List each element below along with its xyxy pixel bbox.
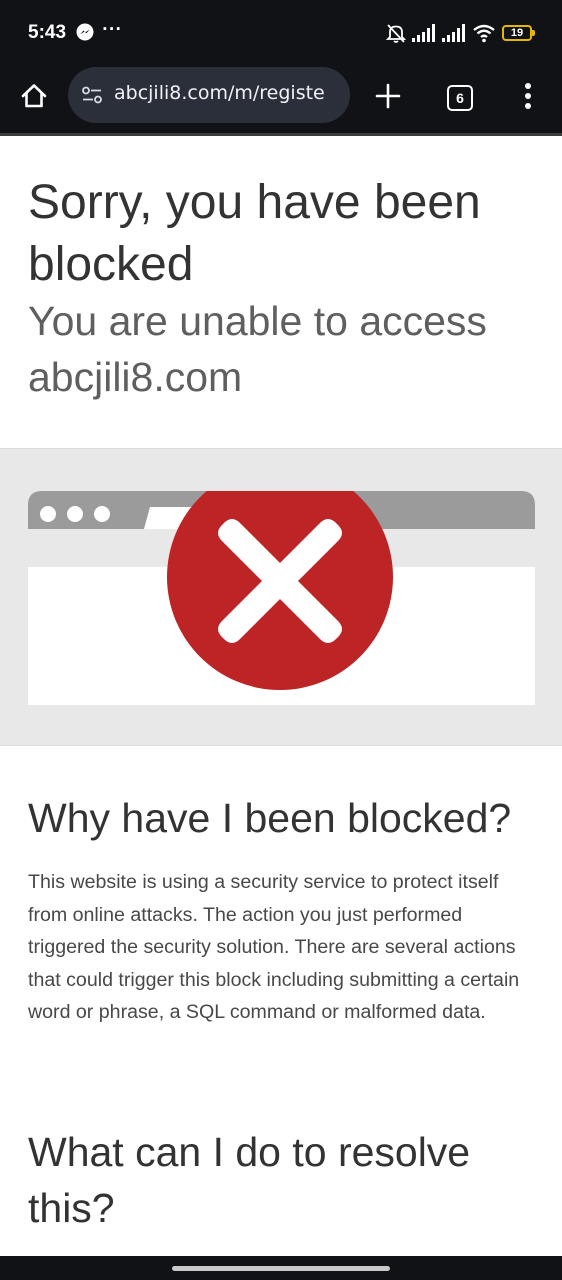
block-header: Sorry, you have been blocked You are una… [0, 136, 562, 448]
blocked-browser-illustration [28, 491, 535, 705]
tabs-icon: 6 [447, 85, 473, 111]
status-icons: 19 [385, 22, 535, 44]
tab-switcher-button[interactable]: 6 [440, 62, 480, 134]
page-title: Sorry, you have been blocked [28, 176, 481, 291]
browser-menu-button[interactable] [508, 62, 548, 134]
address-bar[interactable]: abcjili8.com/m/registe [68, 67, 350, 123]
system-nav-bar [0, 1256, 562, 1280]
gesture-handle[interactable] [172, 1266, 390, 1271]
url-text[interactable]: abcjili8.com/m/registe [114, 82, 348, 104]
resolve-heading: What can I do to resolve this? [28, 1129, 471, 1231]
status-bar: 5:43 ··· 19 [0, 0, 562, 62]
site-info-icon[interactable] [81, 85, 103, 105]
browser-toolbar: abcjili8.com/m/registe 6 [0, 62, 562, 134]
home-button[interactable] [14, 62, 54, 134]
page-subtitle: You are unable to access abcjili8.com [28, 298, 487, 400]
bell-off-icon [385, 22, 407, 44]
home-icon [20, 82, 48, 114]
why-blocked-heading: Why have I been blocked? [28, 795, 512, 841]
signal-icon [411, 23, 437, 43]
blocked-illustration-band [0, 448, 562, 746]
plus-icon [375, 83, 401, 113]
wifi-icon [472, 23, 496, 43]
notification-dots: ··· [102, 20, 123, 38]
new-tab-button[interactable] [368, 62, 408, 134]
battery-icon: 19 [502, 25, 535, 41]
status-time: 5:43 [28, 22, 67, 43]
signal-icon [441, 23, 467, 43]
why-blocked-body: This website is using a security service… [28, 871, 520, 1023]
more-vert-icon [524, 82, 532, 114]
messenger-icon [76, 23, 94, 41]
